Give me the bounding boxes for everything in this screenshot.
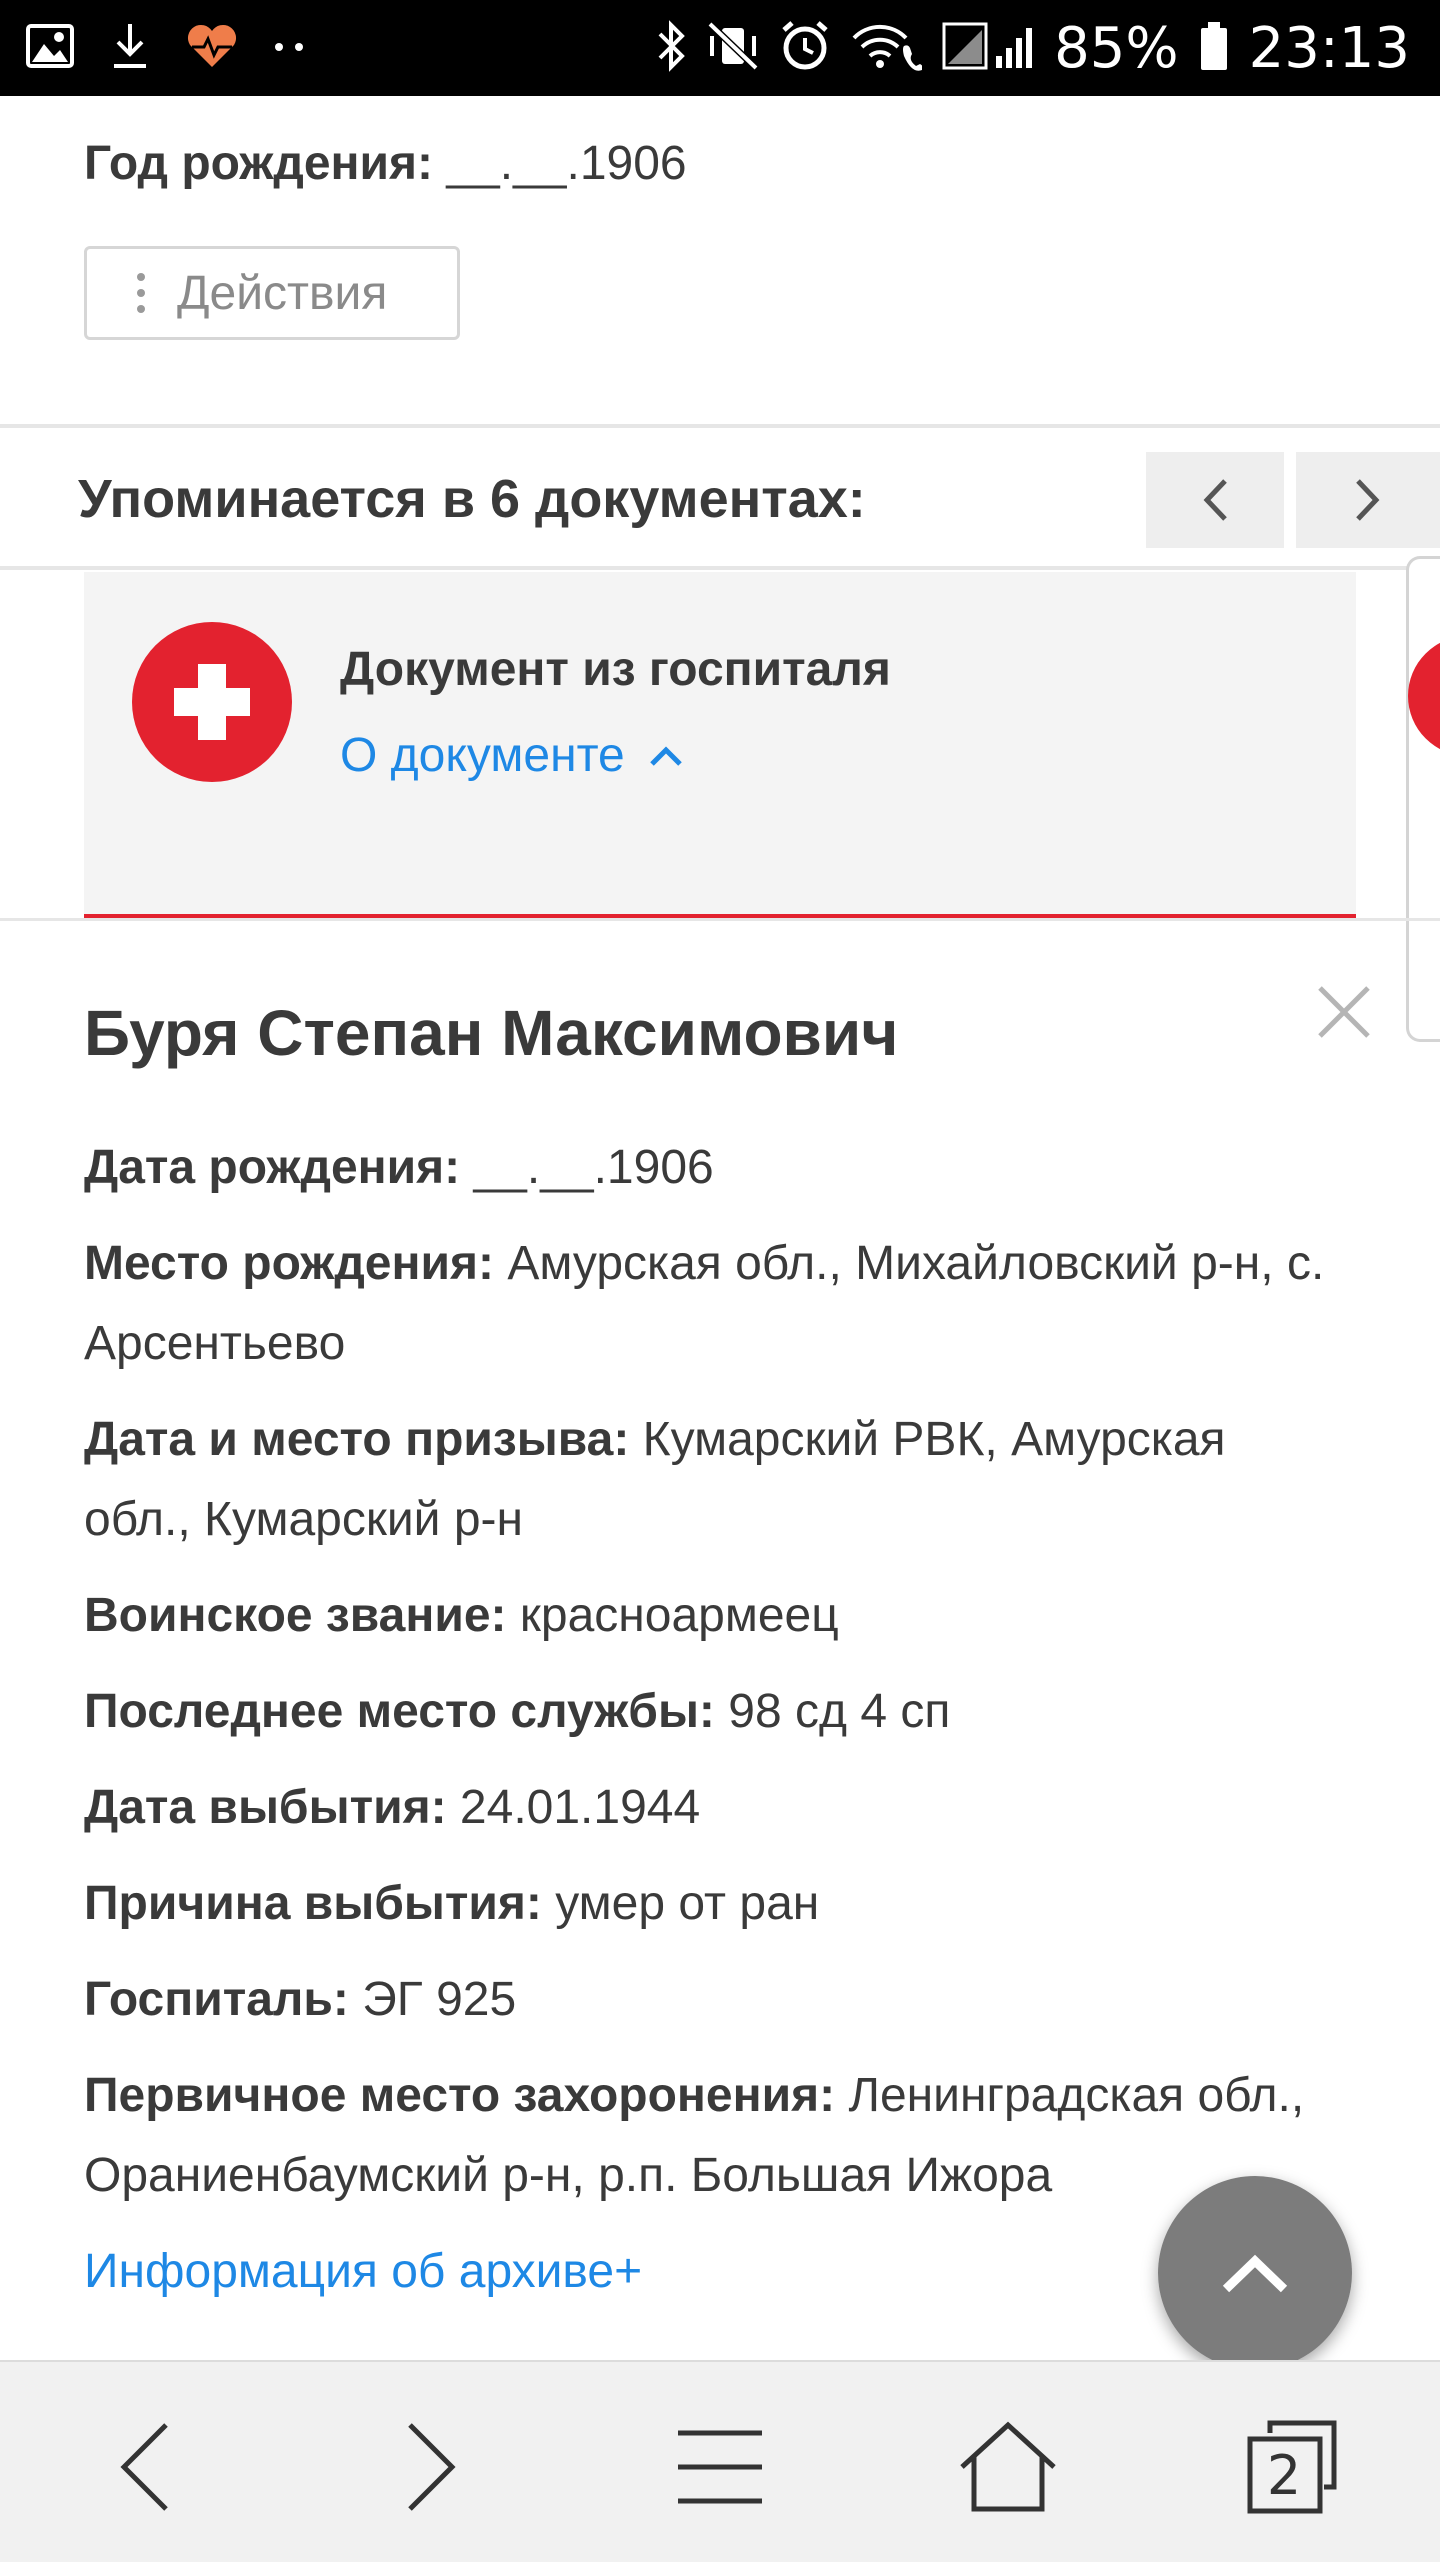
tabs-button[interactable]: 2: [1232, 2412, 1352, 2522]
about-document-label: О документе: [340, 729, 625, 782]
next-card-peek[interactable]: [1406, 556, 1440, 1042]
field-leave-date: Дата выбытия: 24.01.1944: [84, 1781, 701, 1834]
browser-bottom-bar: 2: [0, 2360, 1440, 2562]
image-icon: [26, 23, 74, 73]
home-icon: [960, 2421, 1056, 2512]
alarm-icon: [780, 20, 830, 77]
tabs-count: 2: [1266, 2443, 1302, 2507]
signal-icon: [942, 20, 1034, 77]
field-last-service: Последнее место службы: 98 сд 4 сп: [84, 1685, 951, 1738]
health-heart-icon: [186, 23, 238, 74]
field-leave-reason: Причина выбытия: умер от ран: [84, 1877, 820, 1930]
medical-cross-icon: [132, 622, 292, 782]
battery-icon: [1199, 20, 1229, 77]
document-card[interactable]: Документ из госпиталя О документе: [84, 572, 1356, 921]
about-document-link[interactable]: О документе: [340, 728, 683, 783]
forward-arrow-icon: [408, 2423, 456, 2511]
birth-year-value: __.__.1906: [446, 137, 687, 190]
divider: [0, 566, 1440, 570]
forward-button[interactable]: [372, 2412, 492, 2522]
back-arrow-icon: [120, 2423, 168, 2511]
birth-year-label: Год рождения:: [84, 137, 434, 190]
person-details: Дата рождения: __.__.1906 Место рождения…: [84, 1128, 1344, 2328]
scroll-to-top-button[interactable]: [1158, 2176, 1352, 2360]
back-button[interactable]: [84, 2412, 204, 2522]
field-rank: Воинское звание: красноармеец: [84, 1589, 839, 1642]
kebab-menu-icon: [137, 273, 145, 313]
field-birth-date: Дата рождения: __.__.1906: [84, 1141, 714, 1194]
field-birth-place: Место рождения: Амурская обл., Михайловс…: [84, 1237, 1325, 1370]
home-button[interactable]: [948, 2412, 1068, 2522]
divider: [0, 918, 1440, 921]
field-hospital: Госпиталь: ЭГ 925: [84, 1973, 517, 2026]
menu-button[interactable]: [660, 2412, 780, 2522]
chevron-up-icon: [1222, 2254, 1288, 2293]
bluetooth-icon: [656, 19, 686, 77]
chevron-left-icon: [1203, 479, 1227, 521]
archive-info-link[interactable]: Информация об архиве+: [84, 2232, 1344, 2312]
field-burial-place: Первичное место захоронения: Ленинградск…: [84, 2069, 1305, 2202]
hamburger-menu-icon: [678, 2430, 762, 2504]
vibrate-mute-icon: [706, 20, 760, 77]
status-bar: 85% 23:13: [0, 0, 1440, 96]
next-document-button[interactable]: [1296, 452, 1440, 548]
download-icon: [110, 22, 150, 75]
birth-year-line: Год рождения: __.__.1906: [84, 136, 687, 191]
close-icon[interactable]: [1316, 984, 1372, 1040]
clock: 23:13: [1248, 15, 1410, 81]
actions-button[interactable]: Действия: [84, 246, 460, 340]
wifi-call-icon: [850, 20, 923, 77]
battery-percent: 85%: [1054, 15, 1179, 81]
field-conscription: Дата и место призыва: Кумарский РВК, Аму…: [84, 1413, 1226, 1546]
page-content: Год рождения: __.__.1906 Действия Упомин…: [0, 96, 1440, 2360]
chevron-right-icon: [1356, 479, 1380, 521]
actions-button-label: Действия: [177, 266, 388, 320]
person-name: Буря Степан Максимович: [84, 997, 899, 1069]
chevron-up-icon: [649, 745, 682, 766]
mentions-heading: Упоминается в 6 документах:: [78, 469, 866, 529]
prev-document-button[interactable]: [1146, 452, 1284, 548]
more-dots-icon: [274, 39, 304, 57]
divider: [0, 424, 1440, 428]
document-title: Документ из госпиталя: [340, 643, 891, 696]
